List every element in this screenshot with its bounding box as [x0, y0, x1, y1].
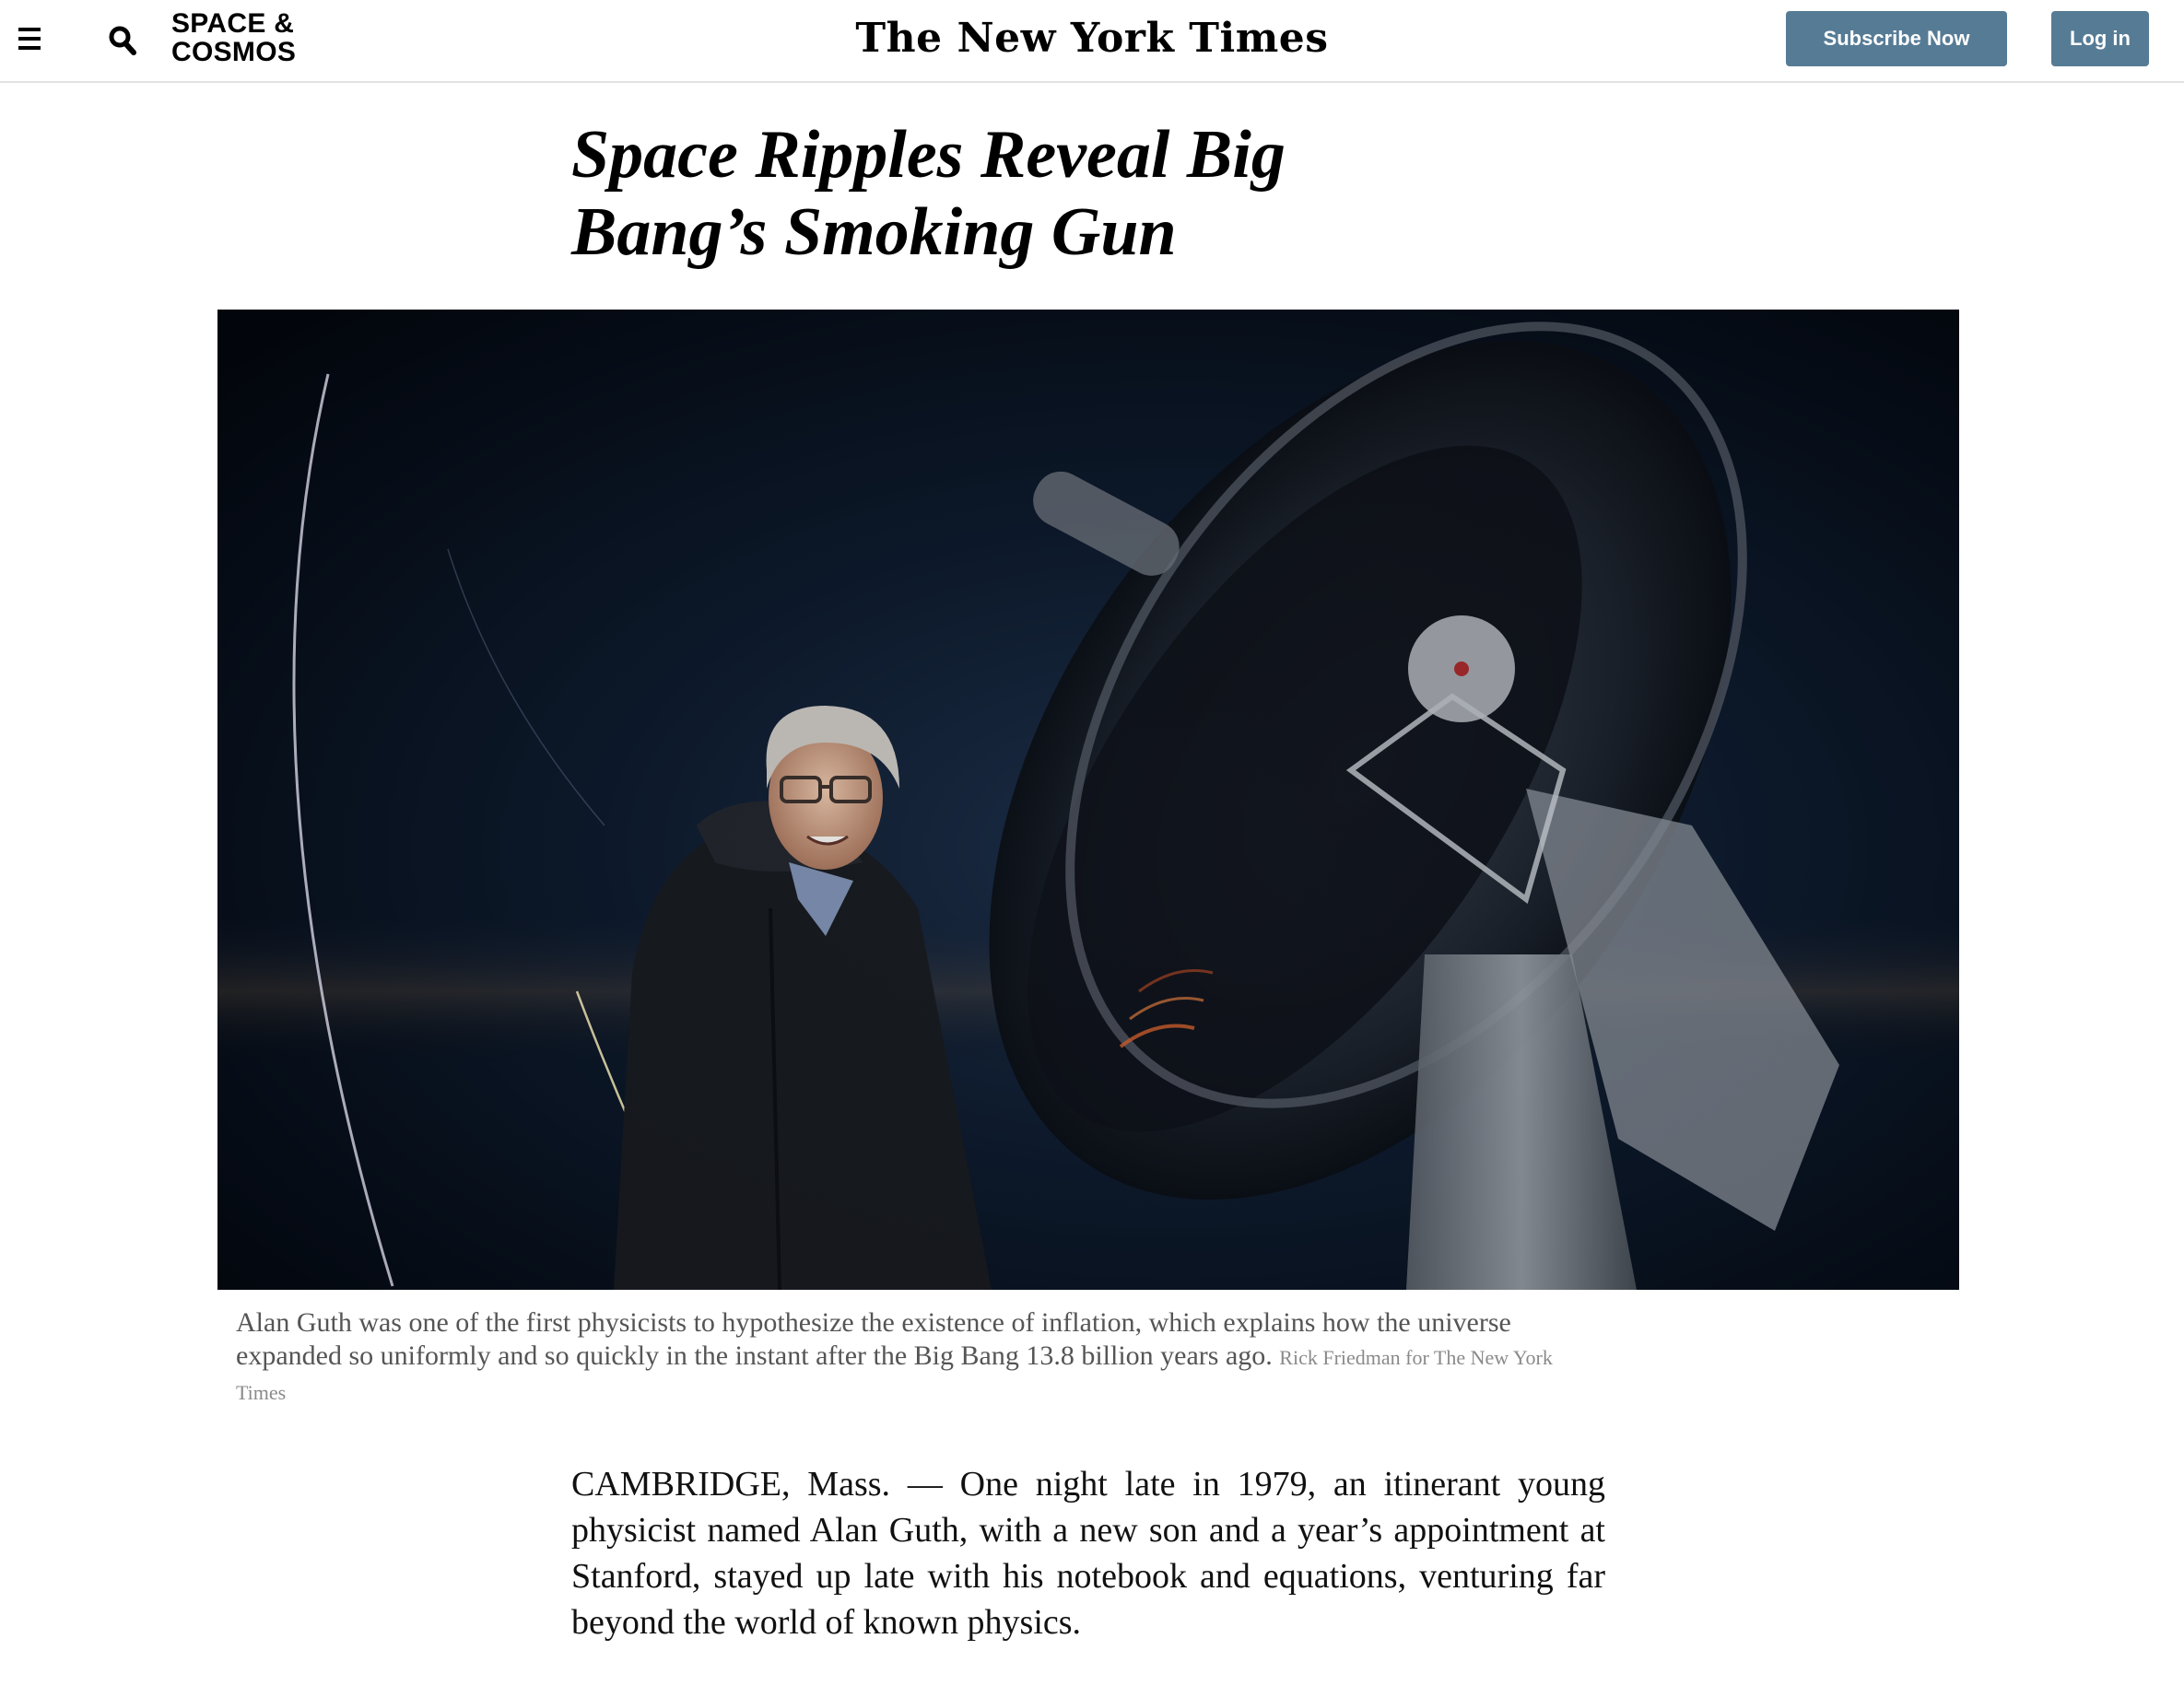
- photo-caption: Alan Guth was one of the first physicist…: [236, 1306, 1600, 1410]
- subscribe-button[interactable]: Subscribe Now: [1786, 11, 2007, 66]
- article-headline: Space Ripples Reveal Big Bang’s Smoking …: [571, 117, 1286, 270]
- photo-telescope-portrait: [217, 310, 1959, 1290]
- login-button[interactable]: Log in: [2051, 11, 2149, 66]
- top-bar: SPACE & COSMOS The New York Times Subscr…: [0, 0, 2184, 83]
- story-paragraph: CAMBRIDGE, Mass. — One night late in 197…: [571, 1465, 1605, 1642]
- masthead-text[interactable]: The New York Times: [855, 15, 1328, 62]
- article-photo: [217, 310, 1959, 1290]
